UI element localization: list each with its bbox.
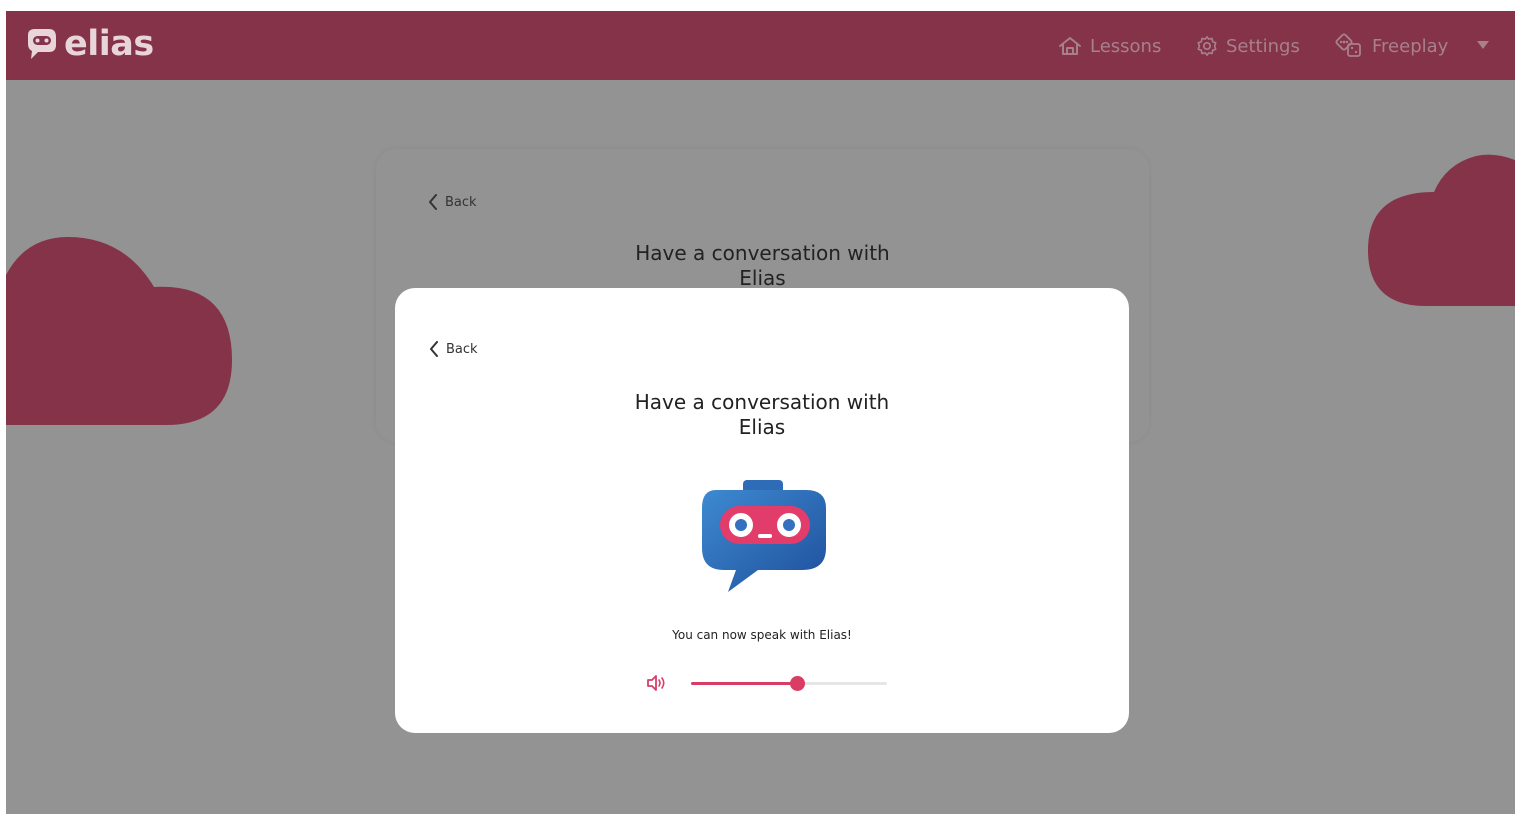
background-back-label: Back xyxy=(445,194,477,210)
nav-lessons[interactable]: Lessons xyxy=(1058,32,1161,60)
modal-title-line1: Have a conversation with xyxy=(634,390,890,414)
status-message: You can now speak with Elias! xyxy=(672,628,852,642)
cloud-right-decoration xyxy=(1368,154,1515,306)
top-navbar: elias Lessons Settings Freeplay xyxy=(6,11,1515,80)
modal-title-line2: Elias xyxy=(738,415,786,439)
background-back-link[interactable]: Back xyxy=(428,194,477,210)
caret-down-icon[interactable] xyxy=(1476,40,1490,50)
back-link[interactable]: Back xyxy=(429,341,478,357)
elias-robot-icon xyxy=(702,480,826,592)
background-card-title: Have a conversation with Elias xyxy=(376,241,1149,291)
gear-icon xyxy=(1197,36,1217,56)
nav-settings[interactable]: Settings xyxy=(1196,32,1300,60)
logo-text: elias xyxy=(64,24,154,64)
background-title-line1: Have a conversation with xyxy=(635,241,890,265)
volume-slider-thumb[interactable] xyxy=(790,676,805,691)
conversation-modal: Back Have a conversation with Elias You … xyxy=(395,288,1129,733)
chevron-left-icon xyxy=(429,194,437,210)
modal-title: Have a conversation with Elias xyxy=(395,390,1129,440)
elias-logo[interactable]: elias xyxy=(22,23,154,65)
volume-slider-fill xyxy=(691,682,797,685)
nav-lessons-label: Lessons xyxy=(1090,35,1162,57)
dice-icon xyxy=(1335,33,1361,57)
back-label: Back xyxy=(446,341,478,357)
chat-bubble-logo-icon xyxy=(28,29,56,59)
volume-slider[interactable] xyxy=(691,675,887,691)
speaker-icon[interactable] xyxy=(645,673,669,693)
nav-freeplay[interactable]: Freeplay xyxy=(1334,32,1448,60)
app-frame: elias Lessons Settings Freeplay Back Hav… xyxy=(6,11,1515,814)
chevron-left-icon xyxy=(430,341,438,357)
nav-settings-label: Settings xyxy=(1226,35,1300,57)
home-icon xyxy=(1059,37,1081,55)
cloud-left-decoration xyxy=(6,237,232,425)
nav-freeplay-label: Freeplay xyxy=(1372,35,1449,57)
